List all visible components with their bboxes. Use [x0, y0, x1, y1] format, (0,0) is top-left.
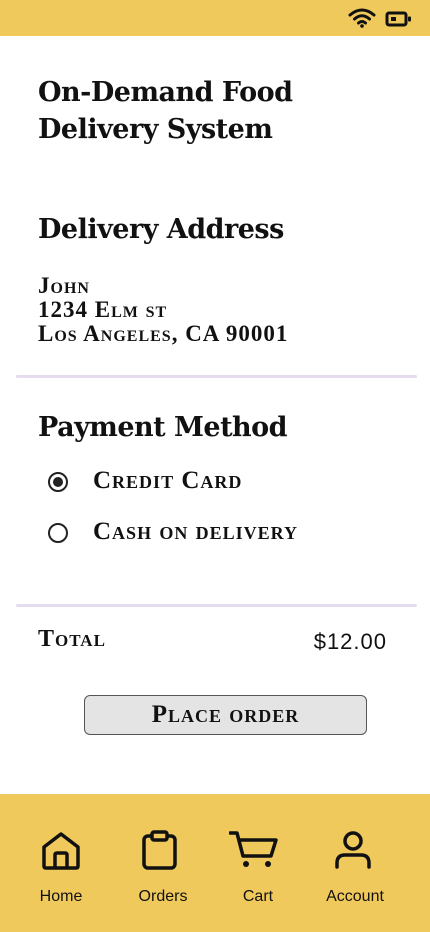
address-name: John	[38, 273, 90, 298]
nav-label-account: Account	[326, 888, 384, 905]
home-icon	[42, 832, 80, 870]
nav-item-account[interactable]: Account	[310, 794, 400, 932]
wifi-icon	[348, 8, 376, 28]
radio-dot	[53, 477, 63, 487]
bottom-nav: Home Orders Cart Account	[0, 794, 430, 932]
user-icon	[335, 831, 371, 869]
delivery-address: John 1234 Elm st Los Angeles, CA 90001	[38, 274, 288, 346]
payment-option-label: Cash on delivery	[93, 518, 298, 545]
address-street: 1234 Elm st	[38, 297, 168, 322]
nav-label-orders: Orders	[138, 888, 188, 905]
delivery-address-heading: Delivery Address	[38, 214, 284, 245]
app-title: On-Demand Food Delivery System	[38, 74, 398, 148]
radio-button-selected[interactable]	[48, 472, 68, 492]
nav-label-home: Home	[39, 888, 83, 905]
divider	[16, 375, 417, 378]
cart-icon	[229, 831, 278, 867]
battery-icon	[385, 11, 411, 27]
nav-item-home[interactable]: Home	[20, 794, 102, 932]
total-label: Total	[38, 626, 106, 652]
payment-method-heading: Payment Method	[38, 412, 288, 443]
app-title-line-1: On-Demand Food	[38, 77, 293, 108]
nav-item-cart[interactable]: Cart	[217, 794, 299, 932]
total-value: $12.00	[313, 629, 387, 654]
payment-option-label: Credit Card	[93, 467, 243, 494]
payment-option-cash-on-delivery[interactable]: Cash on delivery	[44, 516, 384, 548]
place-order-button[interactable]: Place order	[84, 695, 367, 735]
payment-option-credit-card[interactable]: Credit Card	[44, 465, 384, 497]
nav-label-cart: Cart	[242, 888, 274, 905]
nav-item-orders[interactable]: Orders	[122, 794, 204, 932]
clipboard-icon	[142, 830, 177, 870]
divider	[16, 604, 417, 607]
address-city: Los Angeles, CA 90001	[38, 321, 289, 346]
status-bar	[0, 0, 430, 36]
app-title-line-2: Delivery System	[38, 114, 273, 145]
radio-button-unselected[interactable]	[48, 523, 68, 543]
